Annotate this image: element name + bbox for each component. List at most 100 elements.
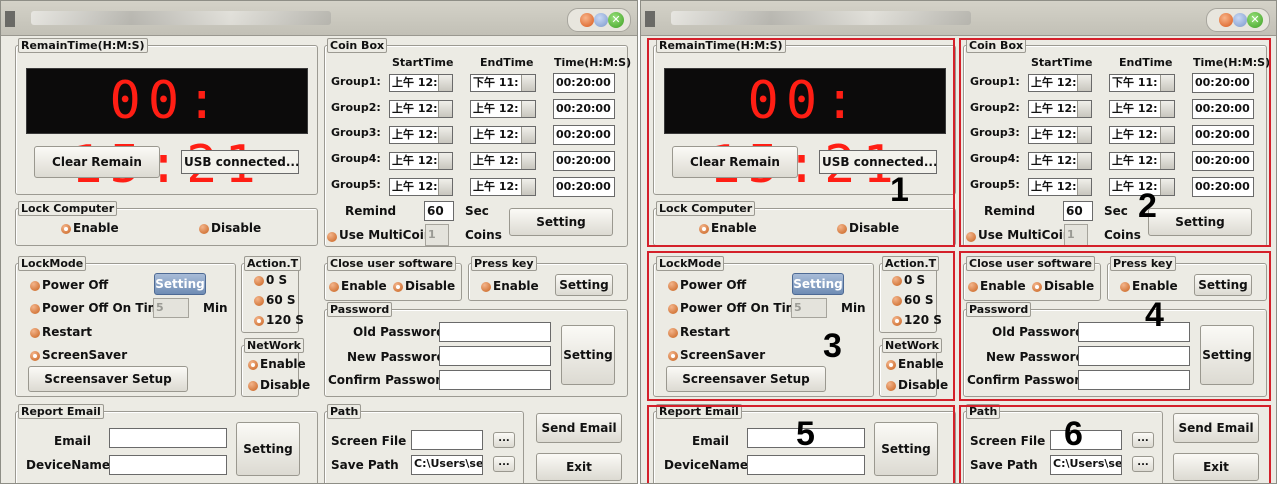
- network-disable-label: Disable: [260, 378, 311, 392]
- network-group: NetWork Enable Disable: [241, 338, 310, 397]
- screensaver-radio[interactable]: [30, 351, 40, 361]
- spinner-icon[interactable]: [521, 179, 535, 195]
- annotation-number-4: 4: [1145, 296, 1164, 334]
- start-time-value: 上午 12:: [392, 180, 438, 193]
- screen-file-browse-button[interactable]: ...: [493, 432, 515, 448]
- group-legend: Lock Computer: [18, 201, 118, 216]
- minimize-icon[interactable]: [1219, 13, 1233, 27]
- spinner-icon[interactable]: [438, 101, 452, 117]
- report-email-group: Report Email Email DeviceName Setting: [15, 404, 318, 483]
- start-time-value: 上午 12:: [392, 102, 438, 115]
- close-icon[interactable]: ✕: [1247, 12, 1263, 28]
- annotation-box-2: [959, 38, 1271, 247]
- email-input[interactable]: [109, 428, 227, 448]
- start-time-value: 上午 12:: [392, 154, 438, 167]
- group-label: Group4:: [331, 152, 381, 165]
- end-time-picker[interactable]: 上午 12:: [470, 178, 536, 196]
- start-time-picker[interactable]: 上午 12:: [389, 152, 453, 170]
- network-disable-radio[interactable]: [248, 381, 258, 391]
- end-time-value: 上午 12:: [473, 180, 519, 193]
- group-legend: RemainTime(H:M:S): [18, 38, 148, 53]
- remind-label: Remind: [345, 204, 397, 218]
- screen-file-input[interactable]: [411, 430, 483, 450]
- spinner-icon[interactable]: [438, 179, 452, 195]
- group-legend: Password: [327, 302, 393, 317]
- send-email-button[interactable]: Send Email: [536, 413, 622, 443]
- screensaver-setup-button[interactable]: Screensaver Setup: [28, 366, 188, 392]
- lock-enable-radio[interactable]: [61, 224, 71, 234]
- annotation-box-6: [959, 405, 1271, 483]
- press-key-setting-button[interactable]: Setting: [555, 274, 613, 296]
- close-disable-radio[interactable]: [393, 282, 403, 292]
- start-time-picker[interactable]: 上午 12:: [389, 178, 453, 196]
- press-key-group: Press key Enable Setting: [468, 256, 628, 301]
- blurred-title: [671, 11, 971, 25]
- clear-remain-button[interactable]: Clear Remain: [34, 146, 160, 178]
- spinner-icon[interactable]: [521, 127, 535, 143]
- new-password-input[interactable]: [439, 346, 551, 366]
- press-enable-radio[interactable]: [481, 282, 491, 292]
- start-time-value: 上午 12:: [392, 76, 438, 89]
- device-name-input[interactable]: [109, 455, 227, 475]
- save-path-input[interactable]: C:\Users\sea: [411, 455, 483, 475]
- coin-setting-button[interactable]: Setting: [509, 208, 613, 236]
- window-controls: ✕: [1206, 8, 1270, 32]
- power-off-radio[interactable]: [30, 281, 40, 291]
- power-off-on-time-radio[interactable]: [30, 304, 40, 314]
- duration-input[interactable]: 00:20:00: [553, 125, 615, 145]
- title-bar: ✕: [641, 1, 1276, 36]
- maximize-icon[interactable]: [594, 13, 608, 27]
- network-enable-radio[interactable]: [248, 360, 258, 370]
- restart-radio[interactable]: [30, 328, 40, 338]
- blurred-title: [31, 11, 331, 25]
- close-software-group: Close user software Enable Disable: [324, 256, 462, 301]
- spinner-icon[interactable]: [438, 127, 452, 143]
- end-time-picker[interactable]: 上午 12:: [470, 152, 536, 170]
- annotation-number-6: 6: [1064, 415, 1083, 453]
- path-group: Path Screen File ... Save Path C:\Users\…: [324, 404, 524, 483]
- power-off-minutes-input[interactable]: 5: [153, 298, 189, 318]
- close-enable-radio[interactable]: [329, 282, 339, 292]
- annotation-number-5: 5: [796, 415, 815, 453]
- close-icon[interactable]: ✕: [608, 12, 624, 28]
- password-setting-button[interactable]: Setting: [561, 325, 615, 385]
- spinner-icon[interactable]: [521, 75, 535, 91]
- action-0s-radio[interactable]: [254, 276, 264, 286]
- multicoin-input[interactable]: 1: [425, 224, 449, 246]
- password-group: Password Old Password: New Password: Con…: [324, 302, 628, 397]
- usb-status-field: USB connected...: [181, 150, 299, 174]
- spinner-icon[interactable]: [438, 153, 452, 169]
- save-path-browse-button[interactable]: ...: [493, 456, 515, 472]
- lockmode-setting-button[interactable]: Setting: [154, 273, 206, 295]
- power-off-label: Power Off: [42, 278, 109, 292]
- duration-input[interactable]: 00:20:00: [553, 99, 615, 119]
- end-time-picker[interactable]: 上午 12:: [470, 126, 536, 144]
- end-time-picker[interactable]: 下午 11:: [470, 74, 536, 92]
- report-setting-button[interactable]: Setting: [236, 422, 300, 476]
- duration-input[interactable]: 00:20:00: [553, 177, 615, 197]
- old-password-input[interactable]: [439, 322, 551, 342]
- spinner-icon[interactable]: [521, 153, 535, 169]
- screen-file-label: Screen File: [331, 434, 407, 448]
- app-window-right: ✕ RemainTime(H:M:S) 00: 15:21 Clear Rema…: [640, 0, 1277, 484]
- spinner-icon[interactable]: [438, 75, 452, 91]
- action-time-group: Action.T 0 S 60 S 120 S: [241, 256, 304, 333]
- duration-input[interactable]: 00:20:00: [553, 151, 615, 171]
- start-time-picker[interactable]: 上午 12:: [389, 74, 453, 92]
- action-60s-radio[interactable]: [254, 296, 264, 306]
- action-120s-radio[interactable]: [254, 316, 264, 326]
- lock-disable-label: Disable: [211, 221, 262, 235]
- maximize-icon[interactable]: [1233, 13, 1247, 27]
- coins-label: Coins: [465, 228, 502, 242]
- remind-input[interactable]: 60: [424, 201, 454, 221]
- multicoin-radio[interactable]: [327, 232, 337, 242]
- start-time-picker[interactable]: 上午 12:: [389, 126, 453, 144]
- exit-button[interactable]: Exit: [536, 453, 622, 481]
- spinner-icon[interactable]: [521, 101, 535, 117]
- end-time-picker[interactable]: 上午 12:: [470, 100, 536, 118]
- start-time-picker[interactable]: 上午 12:: [389, 100, 453, 118]
- minimize-icon[interactable]: [580, 13, 594, 27]
- duration-input[interactable]: 00:20:00: [553, 73, 615, 93]
- lock-disable-radio[interactable]: [199, 224, 209, 234]
- confirm-password-input[interactable]: [439, 370, 551, 390]
